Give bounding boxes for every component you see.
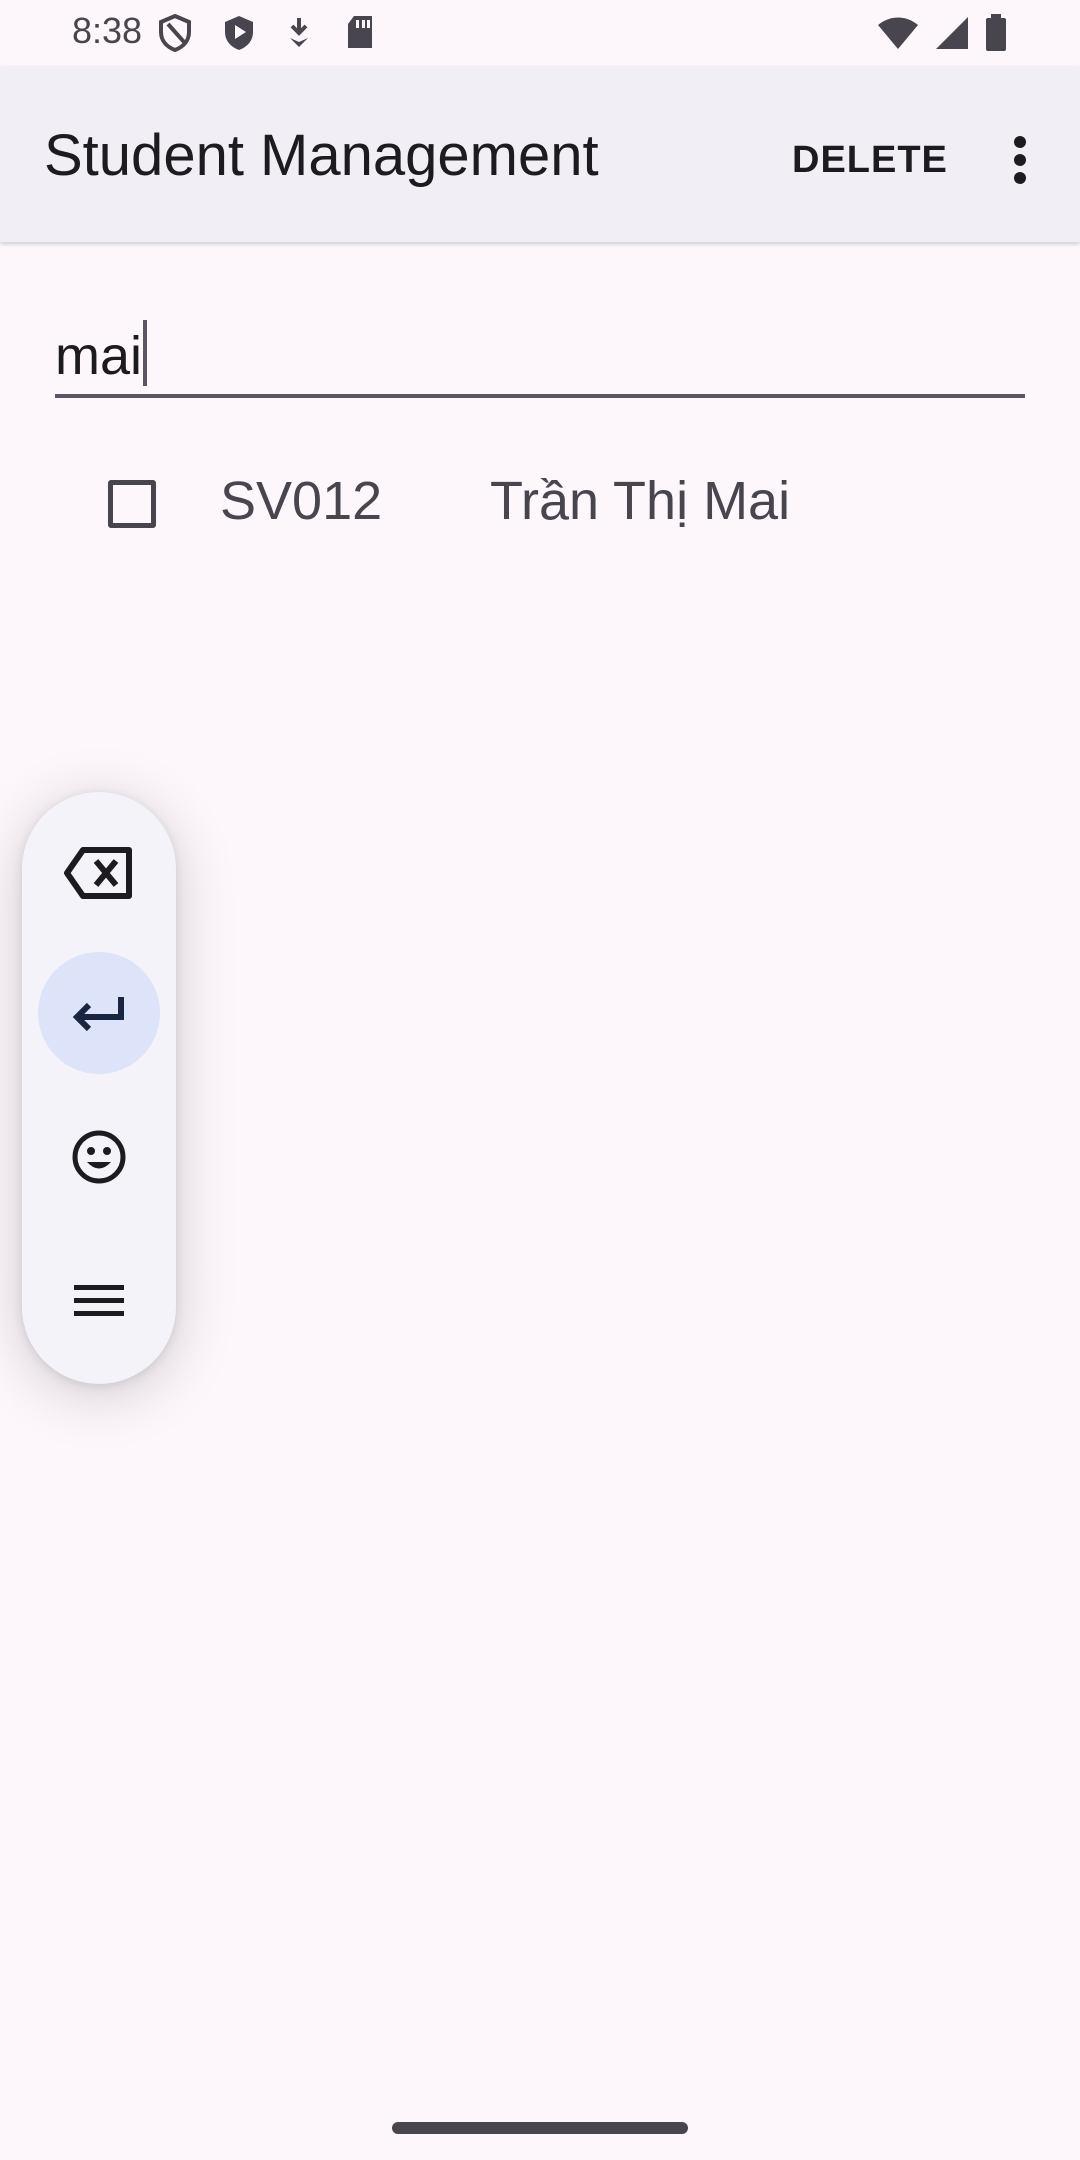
menu-button[interactable] <box>38 1240 160 1362</box>
battery-icon <box>984 14 1008 57</box>
shield-play-icon <box>222 14 256 57</box>
shield-outline-icon <box>158 13 192 57</box>
wifi-icon <box>876 15 920 56</box>
menu-icon <box>74 1285 124 1316</box>
gesture-nav-handle[interactable] <box>392 2122 688 2134</box>
row-checkbox[interactable] <box>108 480 156 528</box>
search-field[interactable]: mai <box>55 300 1025 398</box>
enter-icon <box>72 997 124 1032</box>
text-caret <box>143 320 148 386</box>
app-bar: Student Management DELETE <box>0 66 1080 242</box>
search-value: mai <box>55 326 143 386</box>
more-options-button[interactable] <box>990 120 1050 200</box>
sd-card-icon <box>344 14 376 55</box>
delete-button[interactable]: DELETE <box>792 130 948 190</box>
backspace-icon <box>64 847 132 899</box>
enter-button[interactable] <box>38 952 160 1074</box>
status-time: 8:38 <box>72 10 143 51</box>
more-vert-icon <box>1014 136 1026 184</box>
list-item[interactable]: SV012 Trần Thị Mai <box>0 450 1080 560</box>
page-title: Student Management <box>44 123 599 188</box>
floating-keyboard-toolbar <box>22 792 176 1384</box>
student-id: SV012 <box>220 471 383 531</box>
signal-icon <box>934 15 970 56</box>
emoji-button[interactable] <box>38 1096 160 1218</box>
student-name: Trần Thị Mai <box>490 471 791 531</box>
search-input[interactable]: mai <box>55 320 1025 387</box>
download-arrow-icon <box>284 14 314 57</box>
screen: 8:38 Student Management DELETE mai SV012… <box>0 0 1080 2160</box>
status-bar: 8:38 <box>0 0 1080 66</box>
emoji-icon <box>72 1130 126 1184</box>
backspace-button[interactable] <box>38 812 160 934</box>
status-right-icons <box>876 14 1008 57</box>
